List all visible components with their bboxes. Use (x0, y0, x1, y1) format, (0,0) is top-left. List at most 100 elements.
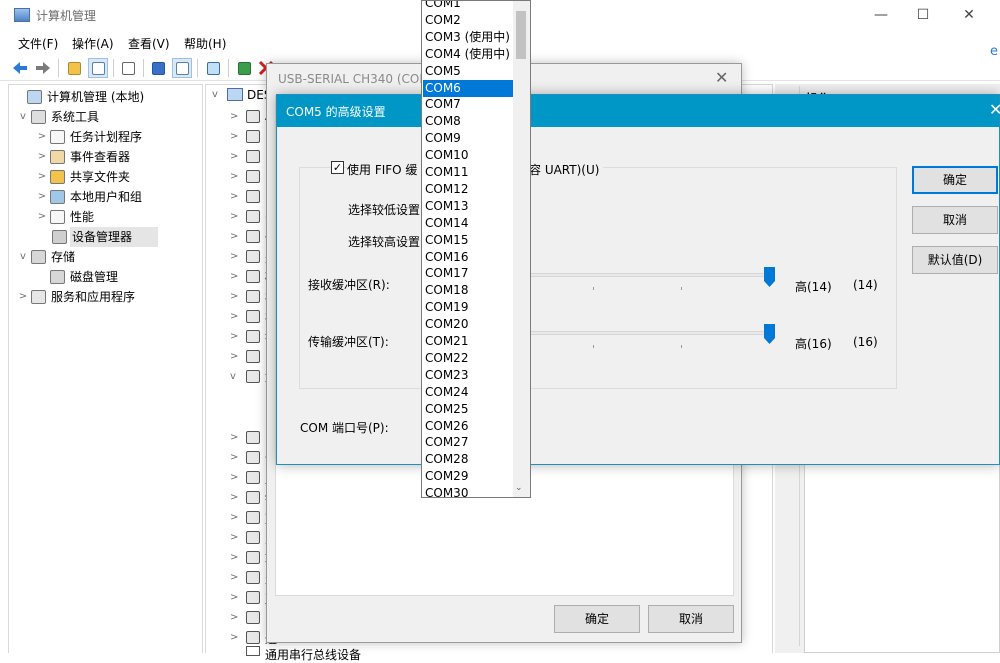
chevron-right-icon[interactable]: > (230, 612, 238, 623)
device-category-row[interactable]: >安 (206, 207, 277, 227)
com-port-option[interactable]: COM5 (423, 63, 513, 80)
tree-item[interactable]: 设备管理器 (52, 227, 158, 247)
minimize-button[interactable]: — (858, 0, 904, 30)
monitor-button[interactable] (203, 58, 223, 78)
com-port-option[interactable]: COM21 (423, 333, 513, 350)
dropdown-scroll-thumb[interactable] (516, 11, 526, 59)
device-category-row[interactable]: >生 (206, 568, 277, 588)
com-port-option[interactable]: COM15 (423, 232, 513, 249)
device-category-row[interactable]: >磁 (206, 267, 277, 287)
maximize-button[interactable]: ☐ (900, 0, 946, 30)
device-category-row[interactable]: >计 (206, 448, 277, 468)
device-category-row[interactable]: >处 (206, 247, 277, 267)
transmit-buffer-track[interactable] (530, 331, 775, 335)
device-category-row[interactable]: >D (206, 147, 274, 167)
com-port-option[interactable]: COM23 (423, 367, 513, 384)
chevron-right-icon[interactable]: > (230, 632, 238, 643)
device-category-row[interactable]: >D (206, 127, 274, 147)
properties-close-button[interactable]: ✕ (715, 68, 728, 87)
chevron-right-icon[interactable]: > (36, 127, 48, 147)
device-category-row[interactable]: >蓝 (206, 508, 277, 528)
com-port-option[interactable]: COM19 (423, 299, 513, 316)
device-category-row[interactable]: >通 (206, 628, 277, 648)
chevron-right-icon[interactable]: > (230, 432, 238, 443)
device-root-chevron[interactable]: v (212, 89, 218, 100)
device-category-row[interactable]: v端 (206, 367, 277, 387)
back-button[interactable] (10, 58, 30, 78)
menu-file[interactable]: 文件(F) (18, 35, 58, 52)
chevron-right-icon[interactable]: > (230, 472, 238, 483)
com-port-option[interactable]: COM14 (423, 215, 513, 232)
chevron-down-icon[interactable]: v (230, 371, 236, 382)
chevron-right-icon[interactable]: > (230, 291, 238, 302)
com-port-option[interactable]: COM12 (423, 181, 513, 198)
com-port-option[interactable]: COM27 (423, 434, 513, 451)
device-category-row[interactable]: >鼠 (206, 608, 277, 628)
device-category-row[interactable]: >I (206, 187, 269, 207)
menu-action[interactable]: 操作(A) (72, 35, 114, 52)
device-category-row[interactable]: >A (206, 107, 273, 127)
com-port-option[interactable]: COM25 (423, 401, 513, 418)
chevron-right-icon[interactable]: > (230, 151, 238, 162)
com-port-option[interactable]: COM18 (423, 282, 513, 299)
com-port-option[interactable]: COM17 (423, 265, 513, 282)
chevron-right-icon[interactable]: > (230, 492, 238, 503)
com-port-option[interactable]: COM2 (423, 12, 513, 29)
fifo-checkbox[interactable]: ✓ (331, 161, 344, 174)
chevron-right-icon[interactable]: > (230, 111, 238, 122)
advanced-cancel-button[interactable]: 取消 (912, 206, 998, 234)
advanced-ok-button[interactable]: 确定 (912, 166, 998, 194)
device-category-row[interactable]: >键 (206, 488, 277, 508)
device-category-row[interactable]: >声 (206, 588, 277, 608)
chevron-right-icon[interactable]: > (230, 592, 238, 603)
chevron-right-icon[interactable]: > (230, 251, 238, 262)
device-category-row[interactable]: >存 (206, 287, 277, 307)
chevron-right-icon[interactable]: > (230, 532, 238, 543)
up-level-button[interactable] (64, 58, 84, 78)
chevron-right-icon[interactable]: > (36, 207, 48, 227)
device-category-row[interactable]: >固 (206, 428, 277, 448)
chevron-right-icon[interactable]: > (230, 512, 238, 523)
chevron-right-icon[interactable]: > (230, 211, 238, 222)
device-category-row[interactable]: >电 (206, 347, 277, 367)
chevron-down-icon[interactable]: v (17, 247, 29, 267)
device-category-row[interactable]: >监 (206, 468, 277, 488)
update-driver-button[interactable] (234, 58, 254, 78)
chevron-right-icon[interactable]: > (230, 271, 238, 282)
device-category-row[interactable]: >人 (206, 528, 277, 548)
chevron-right-icon[interactable]: > (36, 187, 48, 207)
com-port-option[interactable]: COM6 (423, 79, 513, 97)
chevron-right-icon[interactable]: > (36, 147, 48, 167)
menu-view[interactable]: 查看(V) (128, 35, 170, 52)
com-port-option[interactable]: COM9 (423, 130, 513, 147)
chevron-right-icon[interactable]: > (230, 171, 238, 182)
com-port-option[interactable]: COM29 (423, 468, 513, 485)
show-tree-button[interactable] (88, 58, 108, 78)
com-port-option[interactable]: COM22 (423, 350, 513, 367)
com-port-option[interactable]: COM7 (423, 96, 513, 113)
chevron-right-icon[interactable]: > (230, 191, 238, 202)
action-pane-button[interactable] (172, 58, 192, 78)
receive-buffer-track[interactable] (530, 273, 775, 277)
com-port-dropdown-list[interactable]: COM1 COM2 COM3 (使用中) COM4 (使用中) COM5 COM6 COM7… (421, 0, 531, 498)
device-category-row[interactable]: >I (206, 167, 269, 187)
com-port-option[interactable]: COM4 (使用中) (423, 46, 513, 63)
properties-ok-button[interactable]: 确定 (554, 605, 640, 633)
dropdown-scrollbar[interactable] (513, 1, 530, 497)
chevron-right-icon[interactable]: > (230, 311, 238, 322)
chevron-right-icon[interactable]: > (230, 572, 238, 583)
chevron-right-icon[interactable]: > (230, 351, 238, 362)
close-button[interactable]: ✕ (946, 0, 992, 30)
com-port-option[interactable]: COM30 (423, 485, 513, 497)
forward-button[interactable] (33, 58, 53, 78)
device-category-row[interactable]: >便 (206, 227, 277, 247)
chevron-right-icon[interactable]: > (230, 131, 238, 142)
chevron-right-icon[interactable]: > (36, 167, 48, 187)
chevron-right-icon[interactable]: > (230, 552, 238, 563)
com-port-option[interactable]: COM16 (423, 249, 513, 266)
com-port-option[interactable]: COM11 (423, 164, 513, 181)
menu-help[interactable]: 帮助(H) (184, 35, 226, 52)
com-port-option[interactable]: COM13 (423, 198, 513, 215)
device-category-row[interactable]: >打 (206, 327, 277, 347)
advanced-close-button[interactable]: ✕ (989, 100, 1000, 119)
